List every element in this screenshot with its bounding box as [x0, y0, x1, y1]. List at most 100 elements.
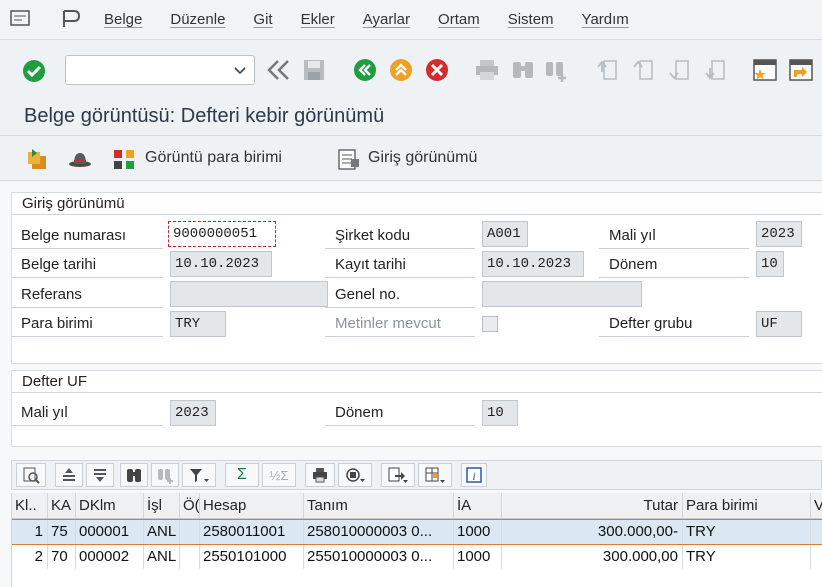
row-cell: TRY [683, 545, 811, 569]
row-cell[interactable]: 2550101000 [200, 545, 304, 569]
menu-bar: Belge Düzenle Git Ekler Ayarlar Ortam Si… [0, 0, 822, 40]
col-header[interactable]: V [811, 493, 822, 519]
menu-ayarlar[interactable]: Ayarlar [363, 11, 410, 28]
doc-date-label: Belge tarihi [11, 252, 163, 278]
print-icon[interactable] [305, 463, 335, 487]
title-bar: Belge görüntüsü: Defteri kebir görünümü [0, 100, 822, 136]
sort-ascending-icon[interactable] [55, 463, 83, 487]
find-next-icon [544, 58, 570, 82]
col-header[interactable]: Tanım [304, 493, 454, 519]
menu-git[interactable]: Git [253, 11, 272, 28]
row-cell: 000001 [76, 520, 144, 544]
texts-available-checkbox [482, 316, 498, 332]
row-cell: 70 [48, 545, 76, 569]
sort-descending-icon[interactable] [86, 463, 114, 487]
row-cell: 1000 [454, 545, 502, 569]
period-field: 10 [756, 251, 784, 277]
chevron-down-icon[interactable] [234, 63, 246, 80]
views-icon[interactable] [338, 463, 372, 487]
row-cell: 000002 [76, 545, 144, 569]
subtotal-icon: ½Σ [262, 463, 296, 487]
row-cell [180, 545, 200, 569]
find-icon[interactable] [120, 463, 148, 487]
menu-duzenle[interactable]: Düzenle [170, 11, 225, 28]
page-title: Belge görüntüsü: Defteri kebir görünümü [24, 105, 385, 127]
doc-number-field[interactable]: 9000000051 [168, 221, 276, 247]
reference-field [170, 281, 328, 307]
shortcut-icon[interactable] [788, 57, 814, 83]
entry-view-button[interactable]: Giriş görünümü [368, 149, 477, 167]
fiscal-year-field: 2023 [756, 221, 802, 247]
exit-icon[interactable] [389, 58, 413, 82]
fiscal-year-label: Mali yıl [599, 223, 749, 249]
doc-number-label: Belge numarası [11, 223, 163, 249]
ledger-group-field: UF [756, 311, 802, 337]
col-header[interactable]: KA [48, 493, 76, 519]
col-header[interactable]: Tutar [502, 493, 683, 519]
find-icon [510, 58, 536, 82]
col-header[interactable]: DKlm [76, 493, 144, 519]
display-currency-button[interactable]: Görüntü para birimi [145, 149, 282, 167]
entry-view-group: Giriş görünümü [11, 192, 822, 364]
col-header[interactable]: Hesap [200, 493, 304, 519]
currency-label: Para birimi [11, 311, 163, 337]
back-icon[interactable] [353, 58, 377, 82]
entry-view-icon[interactable] [336, 147, 362, 171]
menu-sistem[interactable]: Sistem [508, 11, 554, 28]
ledger-fiscal-year-label: Mali yıl [11, 400, 163, 426]
period-label: Dönem [599, 252, 749, 278]
col-header[interactable]: İşl [144, 493, 180, 519]
general-no-field [482, 281, 642, 307]
posting-date-label: Kayıt tarihi [325, 252, 475, 278]
filter-icon[interactable] [182, 463, 216, 487]
menu-ortam[interactable]: Ortam [438, 11, 480, 28]
menu-icon[interactable] [10, 10, 30, 26]
row-cell: 2 [12, 545, 48, 569]
group-title: Giriş görünümü [12, 193, 822, 215]
col-header[interactable]: Kl.. [12, 493, 48, 519]
save-icon [302, 58, 326, 82]
create-session-icon[interactable] [752, 57, 778, 83]
export-icon[interactable] [381, 463, 415, 487]
cancel-icon[interactable] [425, 58, 449, 82]
next-page-icon [668, 58, 692, 82]
info-icon[interactable]: i [461, 463, 487, 487]
company-code-label: Şirket kodu [325, 223, 475, 249]
sap-logo-icon[interactable] [60, 9, 82, 29]
menu-yardim[interactable]: Yardım [582, 11, 629, 28]
row-cell[interactable]: 2580011001 [200, 520, 304, 544]
enter-check-icon[interactable] [22, 59, 46, 83]
currency-icon[interactable] [112, 147, 138, 171]
menu-ekler[interactable]: Ekler [301, 11, 335, 28]
last-page-icon [704, 58, 728, 82]
sum-icon[interactable]: Σ [225, 463, 259, 487]
row-cell: 300.000,00 [502, 545, 683, 569]
reference-label: Referans [11, 282, 163, 308]
row-cell: 1 [12, 520, 48, 544]
row-cell: 1000 [454, 520, 502, 544]
ledger-fiscal-year-field: 2023 [170, 400, 216, 426]
general-no-label: Genel no. [325, 282, 475, 308]
details-icon[interactable] [16, 463, 46, 487]
row-cell: 300.000,00- [502, 520, 683, 544]
col-header[interactable]: Ö( [180, 493, 200, 519]
standard-toolbar [0, 40, 822, 100]
ledger-period-field: 10 [482, 400, 518, 426]
menu-belge[interactable]: Belge [104, 11, 142, 28]
grid-toolbar: Σ ½Σ i [11, 460, 822, 490]
command-field[interactable] [65, 55, 255, 85]
layout-icon[interactable] [418, 463, 452, 487]
col-header[interactable]: Para birimi [683, 493, 811, 519]
col-header[interactable]: İA [454, 493, 502, 519]
double-left-arrow-icon[interactable] [266, 58, 292, 82]
previous-page-icon [632, 58, 656, 82]
row-cell: 258010000003 0... [304, 520, 454, 544]
row-cell: ANL [144, 545, 180, 569]
row-cell: 75 [48, 520, 76, 544]
hat-icon[interactable] [67, 147, 93, 171]
texts-available-label: Metinler mevcut [325, 311, 475, 337]
doc-date-field: 10.10.2023 [170, 251, 272, 277]
svg-text:i: i [472, 469, 475, 483]
group-title: Defter UF [12, 371, 822, 393]
document-change-icon[interactable] [24, 147, 50, 171]
